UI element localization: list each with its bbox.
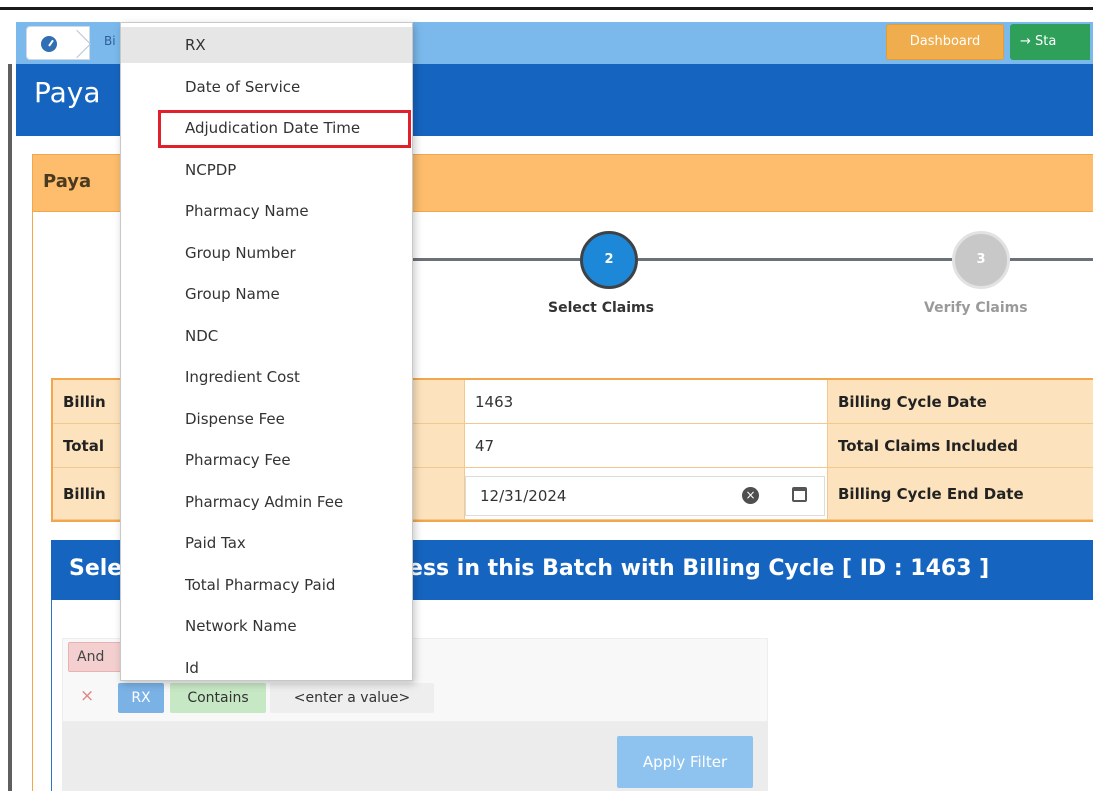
step-circle-3[interactable]: 3 <box>952 231 1010 289</box>
billing-cycle-end-date-label: Billing Cycle End Date <box>828 468 1093 520</box>
filter-field-chip[interactable]: RX <box>118 683 164 713</box>
clear-icon[interactable]: × <box>742 487 759 504</box>
breadcrumb-home[interactable] <box>26 26 92 60</box>
start-button[interactable]: → Sta <box>1010 24 1090 60</box>
dropdown-item-ncpdp[interactable]: NCPDP <box>121 152 412 188</box>
filter-operator-chip[interactable]: Contains <box>170 683 266 713</box>
dropdown-item-pharmacy-fee[interactable]: Pharmacy Fee <box>121 442 412 478</box>
dropdown-item-pharmacy-admin-fee[interactable]: Pharmacy Admin Fee <box>121 484 412 520</box>
stepper-connector <box>413 258 580 261</box>
stepper-connector <box>638 258 952 261</box>
breadcrumb-current[interactable]: Bi <box>104 34 116 48</box>
dropdown-item-ndc[interactable]: NDC <box>121 318 412 354</box>
dropdown-item-id[interactable]: Id <box>121 650 412 686</box>
remove-rule-icon[interactable]: × <box>80 686 94 706</box>
section-title-suffix: cess in this Batch with Billing Cycle [ … <box>395 556 990 581</box>
billing-cycle-date-label: Billing Cycle Date <box>828 380 1093 424</box>
step-label-select-claims: Select Claims <box>548 300 654 316</box>
dropdown-item-network-name[interactable]: Network Name <box>121 608 412 644</box>
chevron-right-icon <box>62 29 92 59</box>
left-window-border <box>0 64 12 791</box>
dropdown-item-ingredient-cost[interactable]: Ingredient Cost <box>121 359 412 395</box>
dashboard-icon[interactable] <box>41 36 57 52</box>
panel-title: Paya <box>43 171 92 192</box>
dropdown-item-total-pharmacy-paid[interactable]: Total Pharmacy Paid <box>121 567 412 603</box>
step-circle-2[interactable]: 2 <box>580 231 638 289</box>
apply-filter-button[interactable]: Apply Filter <box>617 736 753 788</box>
section-title-prefix: Sele <box>69 556 123 581</box>
group-operator-chip[interactable]: And <box>68 642 124 672</box>
page-title: Paya <box>34 76 101 109</box>
billing-cycle-end-date-input[interactable]: 12/31/2024 × <box>465 476 825 516</box>
date-value[interactable]: 12/31/2024 <box>480 487 566 505</box>
dropdown-item-group-number[interactable]: Group Number <box>121 235 412 271</box>
total-value: 47 <box>464 424 828 468</box>
top-window-border <box>0 0 1093 10</box>
dropdown-item-group-name[interactable]: Group Name <box>121 276 412 312</box>
dropdown-item-paid-tax[interactable]: Paid Tax <box>121 525 412 561</box>
dashboard-button[interactable]: Dashboard <box>886 24 1004 60</box>
filter-value-input[interactable]: <enter a value> <box>270 683 434 713</box>
step-label-verify-claims: Verify Claims <box>924 300 1028 316</box>
stepper-connector <box>1010 258 1093 261</box>
dropdown-item-rx[interactable]: RX <box>121 27 412 63</box>
total-claims-included-label: Total Claims Included <box>828 424 1093 468</box>
calendar-icon[interactable] <box>792 487 807 502</box>
highlight-annotation <box>158 110 411 148</box>
dropdown-item-date-of-service[interactable]: Date of Service <box>121 69 412 105</box>
dropdown-item-dispense-fee[interactable]: Dispense Fee <box>121 401 412 437</box>
dropdown-item-pharmacy-name[interactable]: Pharmacy Name <box>121 193 412 229</box>
billing-cycle-id-value: 1463 <box>464 380 828 424</box>
